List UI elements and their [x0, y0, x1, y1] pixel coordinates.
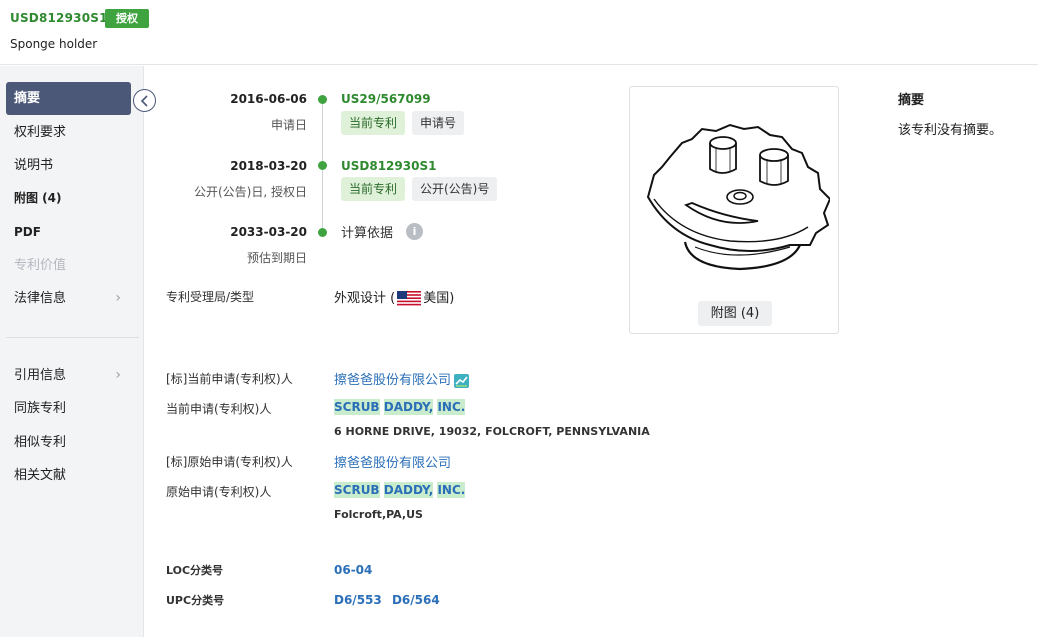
sidebar-item-legal-info[interactable]: 法律信息 ›: [6, 282, 131, 315]
sidebar-item-label: 说明书: [14, 158, 54, 173]
figure-card[interactable]: 附图 (4): [629, 86, 839, 334]
sidebar-item-label: 摘要: [14, 91, 41, 106]
original-applicant-address: Folcroft,PA,US: [334, 508, 423, 521]
chevron-right-icon: ›: [115, 367, 121, 383]
patent-number: USD812930S1: [10, 11, 108, 25]
application-number-tag: 申请号: [412, 111, 465, 135]
sidebar-item-label: 相关文献: [14, 468, 67, 483]
applicant-name-part[interactable]: SCRUB: [334, 399, 380, 415]
current-applicant-name: SCRUB DADDY, INC.: [334, 399, 466, 415]
sponge-holder-drawing: [646, 123, 830, 271]
sidebar-item-label: 引用信息: [14, 368, 67, 383]
office-type-text: 外观设计 (: [334, 291, 396, 306]
calculation-basis-label: 计算依据: [341, 226, 394, 241]
sidebar-item-claims[interactable]: 权利要求: [6, 116, 131, 149]
publication-date: 2018-03-20: [230, 159, 307, 173]
applicant-name-part[interactable]: DADDY,: [383, 482, 434, 498]
abstract-title: 摘要: [898, 93, 925, 108]
office-type-value: 外观设计 ( 美国): [334, 287, 454, 306]
abstract-text: 该专利没有摘要。: [898, 123, 1003, 138]
original-applicant-label: 原始申请(专利权)人: [166, 485, 272, 499]
sidebar-item-figures[interactable]: 附图 (4): [6, 182, 131, 215]
expiry-date-label: 预估到期日: [246, 251, 307, 265]
sidebar-item-label: 专利价值: [14, 258, 67, 273]
sidebar-item-patent-value: 专利价值: [6, 249, 131, 282]
current-applicant-label: 当前申请(专利权)人: [166, 402, 272, 416]
patent-title: Sponge holder: [10, 37, 98, 51]
current-applicant-address: 6 HORNE DRIVE, 19032, FOLCROFT, PENNSYLV…: [334, 425, 650, 438]
sidebar-item-label: 同族专利: [14, 401, 67, 416]
applicant-name-part[interactable]: INC.: [437, 482, 466, 498]
application-date: 2016-06-06: [230, 92, 307, 106]
sidebar-item-label: 相似专利: [14, 435, 67, 450]
upc-class-link[interactable]: D6/564: [392, 593, 440, 607]
info-icon[interactable]: i: [406, 223, 423, 240]
upc-class-label: UPC分类号: [166, 594, 225, 607]
office-type-label: 专利受理局/类型: [166, 290, 255, 304]
expiry-date: 2033-03-20: [230, 225, 307, 239]
original-applicant-std-link[interactable]: 擦爸爸股份有限公司: [334, 456, 451, 471]
sidebar-item-related-docs[interactable]: 相关文献: [6, 459, 131, 492]
current-patent-tag: 当前专利: [341, 111, 406, 135]
publication-number-tag: 公开(公告)号: [412, 177, 498, 201]
sidebar-item-description[interactable]: 说明书: [6, 149, 131, 182]
us-flag-icon: [397, 291, 422, 306]
current-applicant-std-label: [标]当前申请(专利权)人: [166, 372, 293, 386]
sidebar-item-pdf[interactable]: PDF: [6, 216, 131, 249]
applicant-name-part[interactable]: INC.: [437, 399, 466, 415]
patent-header: USD812930S1 授权 Sponge holder: [0, 0, 1038, 65]
trend-chart-icon[interactable]: [454, 373, 470, 388]
upc-class-values: D6/553 D6/564: [334, 593, 440, 607]
sidebar-item-similar[interactable]: 相似专利: [6, 426, 131, 459]
loc-class-link[interactable]: 06-04: [334, 563, 372, 577]
current-patent-tag: 当前专利: [341, 177, 406, 201]
sidebar-divider: [6, 337, 139, 338]
current-applicant-std-link[interactable]: 擦爸爸股份有限公司: [334, 373, 451, 388]
original-applicant-std-value: 擦爸爸股份有限公司: [334, 452, 451, 471]
chevron-left-icon: [140, 95, 148, 107]
status-badge: 授权: [105, 9, 149, 28]
sidebar-item-citations[interactable]: 引用信息 ›: [6, 359, 131, 392]
publication-date-label: 公开(公告)日, 授权日: [194, 185, 307, 199]
sidebar-item-label: 权利要求: [14, 125, 67, 140]
timeline-dot: [318, 95, 327, 104]
sidebar-item-label: 附图 (4): [14, 191, 62, 205]
original-applicant-std-label: [标]原始申请(专利权)人: [166, 455, 293, 469]
country-text: 美国: [423, 291, 450, 306]
sidebar-item-abstract[interactable]: 摘要: [6, 82, 131, 115]
timeline-dot: [318, 161, 327, 170]
application-date-label: 申请日: [270, 118, 307, 132]
upc-class-link[interactable]: D6/553: [334, 593, 382, 607]
original-applicant-name: SCRUB DADDY, INC.: [334, 482, 466, 498]
chevron-right-icon: ›: [115, 290, 121, 306]
timeline-dot: [318, 228, 327, 237]
sidebar-nav: 摘要 权利要求 说明书 附图 (4) PDF 专利价值 法律信息 › 引用信息 › …: [0, 66, 144, 637]
sidebar-item-label: 法律信息: [14, 291, 67, 306]
office-type-suffix: ): [449, 291, 455, 306]
publication-number-link[interactable]: USD812930S1: [341, 159, 436, 173]
application-number-link[interactable]: US29/567099: [341, 92, 431, 106]
collapse-sidebar-button[interactable]: [133, 89, 156, 112]
sidebar-item-label: PDF: [14, 225, 41, 239]
applicant-name-part[interactable]: DADDY,: [383, 399, 434, 415]
current-applicant-std-value: 擦爸爸股份有限公司: [334, 369, 470, 388]
applicant-name-part[interactable]: SCRUB: [334, 482, 380, 498]
figures-button[interactable]: 附图 (4): [698, 301, 772, 326]
sidebar-item-family[interactable]: 同族专利: [6, 392, 131, 425]
loc-class-label: LOC分类号: [166, 564, 224, 577]
